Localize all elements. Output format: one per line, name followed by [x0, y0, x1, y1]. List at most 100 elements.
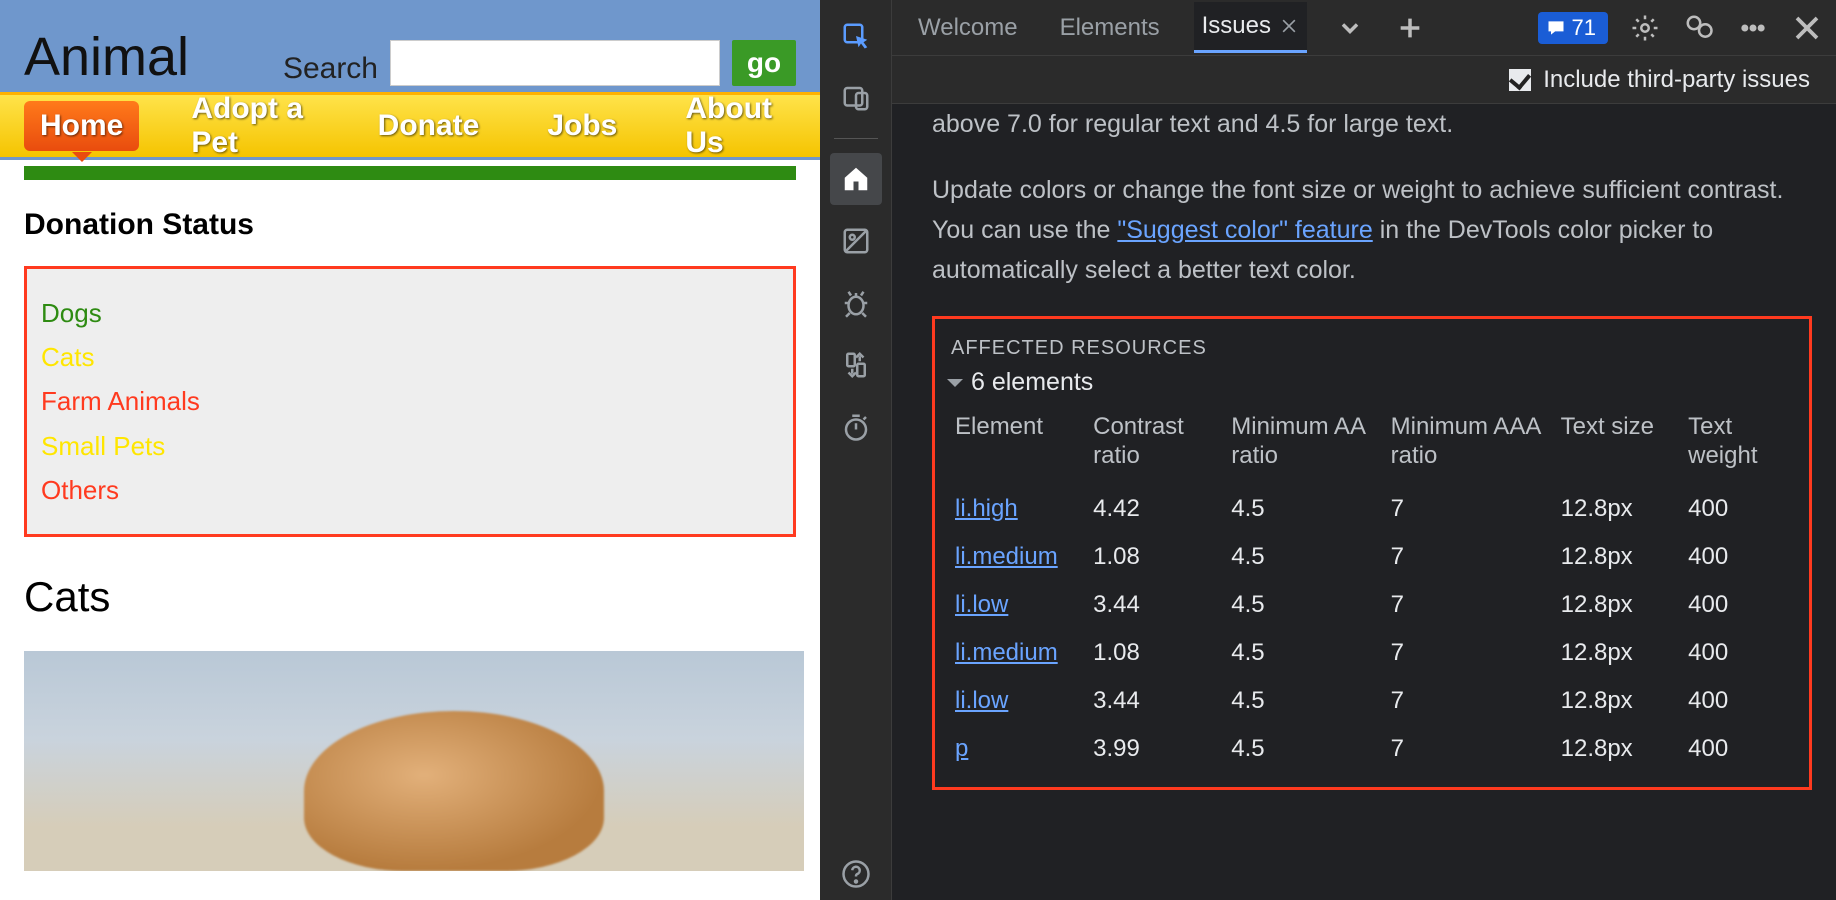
element-link[interactable]: p — [955, 735, 968, 762]
issues-toolbar: Include third-party issues — [892, 56, 1836, 104]
network-conditions-icon[interactable] — [830, 339, 882, 391]
devtools-tabstrip: Welcome Elements Issues 71 — [892, 0, 1836, 56]
page-header: Animal Search go — [0, 0, 820, 92]
green-divider — [24, 166, 796, 180]
donation-status-box: DogsCatsFarm AnimalsSmall PetsOthers — [24, 266, 796, 537]
inspect-element-icon[interactable] — [830, 10, 882, 62]
status-item: Others — [41, 468, 779, 512]
element-link[interactable]: li.high — [955, 495, 1018, 522]
issues-count-badge[interactable]: 71 — [1538, 12, 1608, 44]
settings-icon[interactable] — [1628, 11, 1662, 45]
table-cell: 7 — [1383, 677, 1553, 725]
table-row: li.high 4.424.5712.8px400 — [947, 485, 1797, 533]
tab-elements[interactable]: Elements — [1052, 4, 1168, 52]
table-cell: 4.42 — [1085, 485, 1223, 533]
table-cell: 7 — [1383, 629, 1553, 677]
table-cell: 12.8px — [1553, 485, 1681, 533]
table-cell: 12.8px — [1553, 581, 1681, 629]
nav-item-jobs[interactable]: Jobs — [531, 101, 633, 151]
element-link[interactable]: li.low — [955, 591, 1008, 618]
bug-icon[interactable] — [830, 277, 882, 329]
table-cell: 4.5 — [1223, 725, 1382, 773]
cats-heading: Cats — [24, 573, 796, 621]
table-cell: 3.44 — [1085, 581, 1223, 629]
table-cell: 1.08 — [1085, 629, 1223, 677]
nav-item-home[interactable]: Home — [24, 101, 139, 151]
main-nav: HomeAdopt a PetDonateJobsAbout Us — [0, 92, 820, 160]
status-item: Farm Animals — [41, 379, 779, 423]
table-cell: 400 — [1680, 677, 1797, 725]
donation-status-heading: Donation Status — [24, 208, 796, 242]
table-cell: 1.08 — [1085, 533, 1223, 581]
devtools-panel: Welcome Elements Issues 71 — [820, 0, 1836, 900]
table-cell: 400 — [1680, 629, 1797, 677]
nav-item-about-us[interactable]: About Us — [669, 84, 796, 168]
table-row: li.low 3.444.5712.8px400 — [947, 581, 1797, 629]
search-go-button[interactable]: go — [732, 40, 796, 86]
tab-issues[interactable]: Issues — [1194, 2, 1307, 53]
table-cell: 12.8px — [1553, 533, 1681, 581]
status-item: Dogs — [41, 291, 779, 335]
affected-resources-box: AFFECTED RESOURCES 6 elements ElementCon… — [932, 316, 1812, 790]
feedback-icon[interactable] — [1682, 11, 1716, 45]
element-link[interactable]: li.medium — [955, 543, 1058, 570]
issues-count: 71 — [1572, 15, 1596, 41]
table-row: li.low 3.444.5712.8px400 — [947, 677, 1797, 725]
table-cell: 12.8px — [1553, 629, 1681, 677]
table-cell: 3.44 — [1085, 677, 1223, 725]
table-row: li.medium 1.084.5712.8px400 — [947, 533, 1797, 581]
table-cell: 12.8px — [1553, 677, 1681, 725]
affected-elements-table: ElementContrast ratioMinimum AA ratioMin… — [947, 407, 1797, 773]
table-cell: 400 — [1680, 533, 1797, 581]
element-link[interactable]: li.medium — [955, 639, 1058, 666]
more-tabs-icon[interactable] — [1333, 11, 1367, 45]
close-devtools-icon[interactable] — [1790, 11, 1824, 45]
message-icon — [1546, 18, 1566, 38]
table-header: Contrast ratio — [1085, 407, 1223, 485]
affected-elements-count: 6 elements — [971, 368, 1093, 397]
nav-item-adopt-a-pet[interactable]: Adopt a Pet — [175, 84, 325, 168]
table-cell: 400 — [1680, 725, 1797, 773]
table-cell: 7 — [1383, 533, 1553, 581]
table-cell: 12.8px — [1553, 725, 1681, 773]
table-cell: 400 — [1680, 581, 1797, 629]
table-cell: 7 — [1383, 581, 1553, 629]
nav-item-donate[interactable]: Donate — [362, 101, 496, 151]
table-cell: 4.5 — [1223, 581, 1382, 629]
help-icon[interactable] — [830, 848, 882, 900]
element-link[interactable]: li.low — [955, 687, 1008, 714]
more-options-icon[interactable] — [1736, 11, 1770, 45]
table-header: Element — [947, 407, 1085, 485]
include-third-party-label: Include third-party issues — [1543, 66, 1810, 94]
affected-elements-toggle[interactable]: 6 elements — [947, 368, 1797, 397]
table-cell: 4.5 — [1223, 629, 1382, 677]
issue-description-line1: above 7.0 for regular text and 4.5 for l… — [932, 104, 1812, 144]
table-cell: 4.5 — [1223, 677, 1382, 725]
add-tab-icon[interactable] — [1393, 11, 1427, 45]
table-header: Text weight — [1680, 407, 1797, 485]
stopwatch-icon[interactable] — [830, 401, 882, 453]
close-icon[interactable] — [1279, 16, 1299, 36]
table-cell: 7 — [1383, 485, 1553, 533]
include-third-party-checkbox[interactable] — [1509, 69, 1531, 91]
table-row: li.medium 1.084.5712.8px400 — [947, 629, 1797, 677]
table-header: Minimum AA ratio — [1223, 407, 1382, 485]
chevron-down-icon — [947, 379, 963, 395]
table-cell: 400 — [1680, 485, 1797, 533]
issues-body: above 7.0 for regular text and 4.5 for l… — [892, 104, 1836, 900]
devtools-toolbar-rail — [820, 0, 892, 900]
table-cell: 4.5 — [1223, 533, 1382, 581]
table-cell: 4.5 — [1223, 485, 1382, 533]
no-image-icon[interactable] — [830, 215, 882, 267]
tab-welcome[interactable]: Welcome — [910, 4, 1026, 52]
table-cell: 3.99 — [1085, 725, 1223, 773]
status-item: Cats — [41, 335, 779, 379]
suggest-color-link[interactable]: "Suggest color" feature — [1117, 216, 1372, 244]
device-emulation-icon[interactable] — [830, 72, 882, 124]
table-row: p 3.994.5712.8px400 — [947, 725, 1797, 773]
table-header: Text size — [1553, 407, 1681, 485]
table-cell: 7 — [1383, 725, 1553, 773]
search-input[interactable] — [390, 40, 720, 86]
affected-resources-title: AFFECTED RESOURCES — [947, 337, 1797, 360]
home-icon[interactable] — [830, 153, 882, 205]
